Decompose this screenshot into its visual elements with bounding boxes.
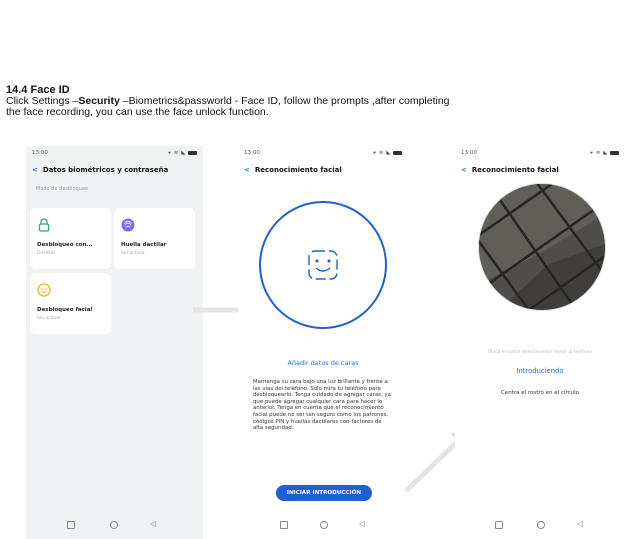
card-title: Desbloqueo con... — [37, 242, 93, 248]
card-subtitle: Sin activar — [37, 316, 61, 321]
center-face-note: Centra el rostro en el círculo — [500, 390, 580, 396]
card-subtitle: Deslizar — [37, 251, 56, 256]
status-time: 13:00 — [244, 150, 260, 156]
back-icon[interactable]: < — [244, 166, 250, 174]
screen-title: Datos biométricos y contraseña — [42, 166, 169, 174]
screen-header: < Datos biométricos y contraseña — [32, 166, 197, 178]
battery-icon — [393, 150, 402, 155]
section-number: 14.4 — [6, 84, 28, 96]
phone-screen-face-recognition: 13:00 ⚹ ≋ ◣ < Reconocimiento facial Añadi… — [238, 146, 408, 539]
screen-title: Reconocimiento facial — [254, 166, 342, 174]
status-bar: 13:00 ⚹ ≋ ◣ — [32, 150, 197, 158]
status-icon-glyphs: ⚹ ≋ ◣ — [589, 150, 608, 156]
status-bar: 13:00 ⚹ ≋ ◣ — [244, 150, 402, 158]
lock-icon — [38, 218, 50, 232]
recents-icon[interactable] — [67, 521, 75, 529]
status-icons: ⚹ ≋ ◣ — [590, 150, 619, 157]
card-title: Huella dactilar — [121, 242, 167, 248]
phone-screen-biometrics: 13:00 ⚹ ≋ ◣ < Datos biométricos y contras… — [26, 146, 203, 539]
camera-preview — [478, 183, 606, 311]
system-nav-bar: ◁ — [455, 519, 625, 529]
enrollment-status: Introduciendo — [516, 367, 564, 375]
card-face-unlock[interactable]: Desbloqueo facial Sin activar — [30, 273, 111, 334]
back-icon[interactable]: < — [461, 166, 467, 174]
unlock-mode-label: Modo de desbloqueo — [36, 186, 88, 192]
instructions-line-1: Click Settings –Security –Biometrics&pas… — [6, 96, 629, 107]
camera-feed-image — [479, 184, 605, 310]
screen-header: < Reconocimiento facial — [244, 166, 402, 178]
face-instructions-text: Mantenga su cara bajo una luz brillante … — [253, 379, 391, 432]
instructions-line-2: the face recording, you can use the face… — [6, 107, 269, 118]
home-icon[interactable] — [320, 521, 328, 529]
fingerprint-icon — [121, 218, 135, 232]
back-icon[interactable]: < — [32, 166, 38, 174]
back-nav-icon[interactable]: ◁ — [150, 519, 156, 529]
status-icons: ⚹ ≋ ◣ — [168, 150, 197, 157]
status-bar: 13:00 ⚹ ≋ ◣ — [461, 150, 619, 158]
instr-suffix: –Biometrics&passworld - Face ID, follow … — [119, 96, 450, 107]
face-icon — [37, 283, 51, 297]
back-nav-icon[interactable]: ◁ — [359, 519, 365, 529]
home-icon[interactable] — [110, 521, 118, 529]
recents-icon[interactable] — [280, 521, 288, 529]
battery-icon — [610, 150, 619, 155]
position-hint: Ubica el rostro directamente frente al t… — [487, 350, 593, 355]
phone-screen-enrolling: 13:00 ⚹ ≋ ◣ < Reconocimiento facial Ubica… — [455, 146, 625, 539]
battery-icon — [188, 150, 197, 155]
start-enrollment-button[interactable]: INICIAR INTRODUCCIÓN — [276, 485, 372, 501]
instr-prefix: Click Settings – — [6, 96, 79, 107]
status-icons: ⚹ ≋ ◣ — [373, 150, 402, 157]
add-face-data-label: Añadir datos de caras — [287, 359, 359, 367]
face-smile-icon — [308, 250, 338, 280]
card-subtitle: Sin activar — [121, 251, 145, 256]
section-title: Face ID — [30, 84, 70, 96]
instr-security: Security — [78, 96, 120, 107]
screen-title: Reconocimiento facial — [471, 166, 559, 174]
card-title: Desbloqueo facial — [37, 307, 93, 313]
status-time: 13:00 — [32, 150, 48, 156]
recents-icon[interactable] — [495, 521, 503, 529]
status-time: 13:00 — [461, 150, 477, 156]
card-fingerprint[interactable]: Huella dactilar Sin activar — [114, 208, 195, 269]
back-nav-icon[interactable]: ◁ — [577, 519, 583, 529]
system-nav-bar: ◁ — [238, 519, 408, 529]
screen-header: < Reconocimiento facial — [461, 166, 619, 178]
status-icon-glyphs: ⚹ ≋ ◣ — [372, 150, 391, 156]
instructions: Click Settings –Security –Biometrics&pas… — [6, 96, 629, 118]
home-icon[interactable] — [537, 521, 545, 529]
system-nav-bar: ◁ — [26, 519, 203, 529]
face-scan-ring — [259, 201, 387, 329]
card-screen-lock[interactable]: Desbloqueo con... Deslizar — [30, 208, 111, 269]
status-icon-glyphs: ⚹ ≋ ◣ — [167, 150, 186, 156]
